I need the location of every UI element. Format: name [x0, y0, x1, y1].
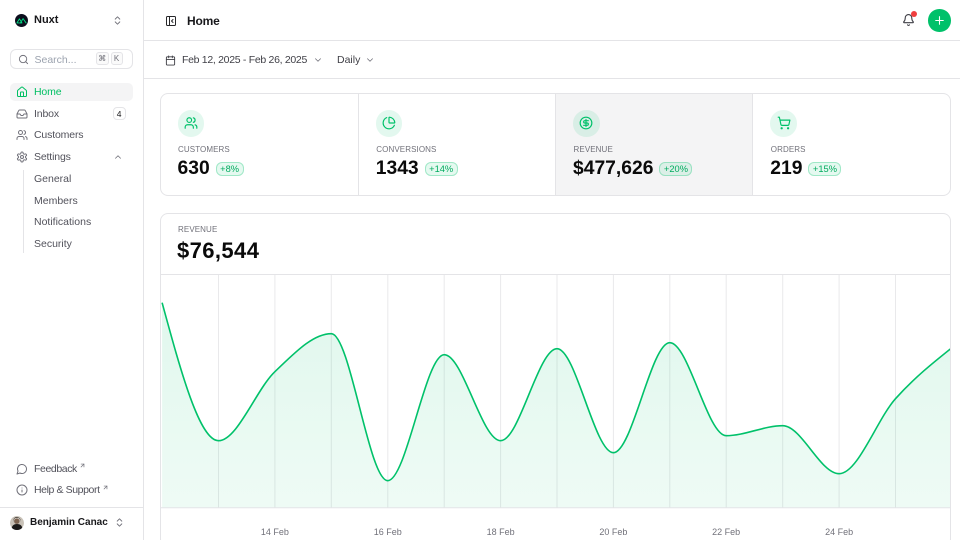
svg-text:22 Feb: 22 Feb	[712, 527, 740, 537]
svg-text:14 Feb: 14 Feb	[260, 527, 288, 537]
svg-text:16 Feb: 16 Feb	[373, 527, 401, 537]
svg-text:24 Feb: 24 Feb	[825, 527, 853, 537]
svg-text:20 Feb: 20 Feb	[599, 527, 627, 537]
svg-text:18 Feb: 18 Feb	[486, 527, 514, 537]
